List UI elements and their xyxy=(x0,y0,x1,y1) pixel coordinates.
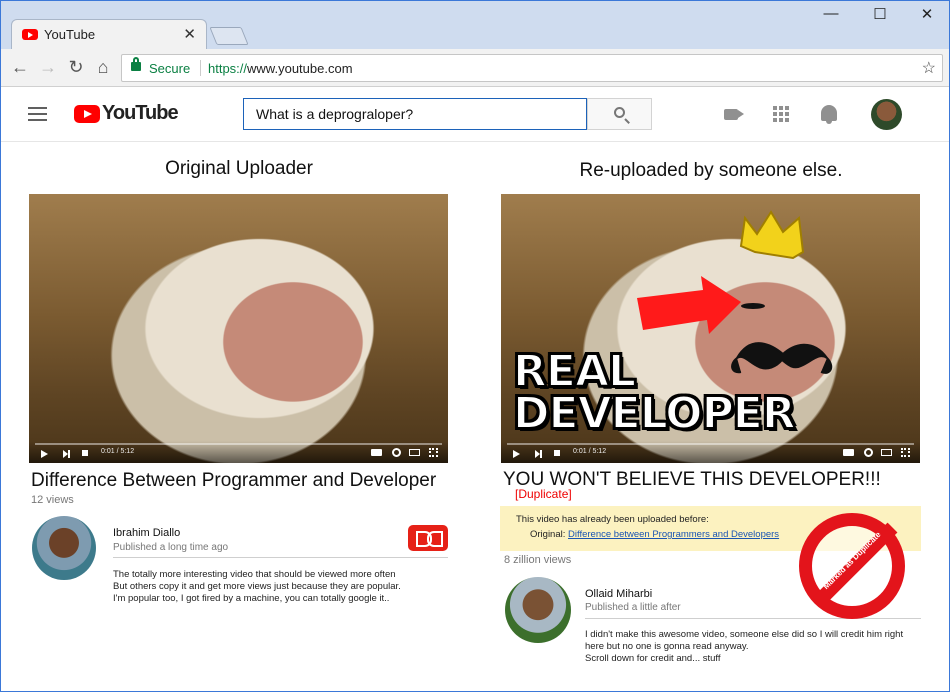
progress-bar[interactable] xyxy=(507,443,914,445)
right-published-date: Published a little after xyxy=(585,602,681,613)
crown-icon xyxy=(739,210,805,260)
baboon-thumbnail xyxy=(29,194,448,463)
video-controls: 0:01 / 5:12 xyxy=(29,441,448,463)
volume-icon[interactable] xyxy=(554,450,560,456)
mustache-small-icon xyxy=(741,303,765,309)
back-arrow-icon[interactable]: ← xyxy=(9,57,31,78)
browser-window: YouTube ✕ — ☐ ✕ ← → ↻ ⌂ Secure https://w… xyxy=(0,0,950,692)
settings-gear-icon[interactable] xyxy=(864,448,873,457)
reload-icon[interactable]: ↻ xyxy=(65,57,87,78)
secure-label: Secure xyxy=(149,61,191,76)
right-description-line: Scroll down for credit and... stuff xyxy=(585,653,721,664)
left-channel-name[interactable]: Ibrahim Diallo xyxy=(113,527,180,539)
captions-icon[interactable] xyxy=(843,449,854,456)
theater-mode-icon[interactable] xyxy=(409,449,420,456)
subscribe-badge-icon[interactable] xyxy=(408,525,448,551)
fullscreen-icon[interactable] xyxy=(901,448,910,457)
tab-youtube[interactable]: YouTube ✕ xyxy=(11,19,207,49)
upload-video-icon[interactable] xyxy=(724,109,738,120)
close-window-button[interactable]: ✕ xyxy=(917,5,937,23)
left-description-line: The totally more interesting video that … xyxy=(113,569,396,580)
lock-icon xyxy=(131,57,141,71)
maximize-button[interactable]: ☐ xyxy=(870,5,890,23)
left-description-line: But others copy it and get more views ju… xyxy=(113,581,401,592)
left-video-player[interactable]: 0:01 / 5:12 xyxy=(29,194,448,463)
youtube-header: YouTube What is a deprograloper? xyxy=(1,88,949,142)
url-scheme: https:// xyxy=(208,61,248,76)
duplicate-tag: [Duplicate] xyxy=(515,487,572,501)
bookmark-star-icon[interactable]: ☆ xyxy=(922,58,936,78)
tab-title: YouTube xyxy=(44,27,96,42)
title-bar: YouTube ✕ — ☐ ✕ xyxy=(1,1,949,49)
menu-icon[interactable] xyxy=(28,107,47,121)
video-time: 0:01 / 5:12 xyxy=(101,448,135,455)
notifications-bell-icon[interactable] xyxy=(821,105,837,124)
stamp-bar xyxy=(812,522,898,608)
account-avatar[interactable] xyxy=(871,99,902,130)
right-channel-name[interactable]: Ollaid Miharbi xyxy=(585,588,652,600)
fullscreen-icon[interactable] xyxy=(429,448,438,457)
right-divider xyxy=(585,618,921,619)
left-divider xyxy=(113,557,448,558)
search-icon xyxy=(614,107,625,118)
left-video-title: Difference Between Programmer and Develo… xyxy=(31,470,437,491)
address-separator xyxy=(200,60,201,76)
left-description-line: I'm popular too, I got fired by a machin… xyxy=(113,593,390,604)
search-input[interactable]: What is a deprograloper? xyxy=(243,98,587,130)
right-channel-avatar[interactable] xyxy=(505,577,571,643)
stamp-text: Marked as Duplicate xyxy=(821,529,883,592)
red-arrow-icon xyxy=(637,276,741,334)
play-icon[interactable] xyxy=(513,450,520,458)
right-description: I didn't make this awesome video, someon… xyxy=(585,629,925,665)
left-published-date: Published a long time ago xyxy=(113,542,229,553)
captions-icon[interactable] xyxy=(371,449,382,456)
search-button[interactable] xyxy=(587,98,652,130)
youtube-logo-text[interactable]: YouTube xyxy=(102,102,179,125)
notice-message: This video has already been uploaded bef… xyxy=(516,514,709,525)
url-host: www.youtube.com xyxy=(247,61,353,76)
next-icon[interactable] xyxy=(63,450,70,458)
next-icon[interactable] xyxy=(535,450,542,458)
left-view-count: 12 views xyxy=(31,494,74,506)
left-description: The totally more interesting video that … xyxy=(113,569,448,605)
volume-icon[interactable] xyxy=(82,450,88,456)
right-description-line: I didn't make this awesome video, someon… xyxy=(585,629,904,640)
youtube-logo-icon[interactable] xyxy=(74,105,100,123)
url-text: https://www.youtube.com xyxy=(208,61,353,76)
home-icon[interactable]: ⌂ xyxy=(92,57,114,78)
right-video-player[interactable]: REAL DEVELOPER 0:01 / 5:12 xyxy=(501,194,920,463)
forward-arrow-icon[interactable]: → xyxy=(37,57,59,78)
right-heading: Re-uploaded by someone else. xyxy=(579,160,843,181)
original-video-link[interactable]: Difference between Programmers and Devel… xyxy=(568,529,779,540)
youtube-favicon-icon xyxy=(22,29,38,40)
browser-toolbar: ← → ↻ ⌂ Secure https://www.youtube.com ☆ xyxy=(1,49,949,87)
left-heading: Original Uploader xyxy=(165,158,313,179)
theater-mode-icon[interactable] xyxy=(881,449,892,456)
tab-close-icon[interactable]: ✕ xyxy=(183,25,196,43)
video-controls: 0:01 / 5:12 xyxy=(501,441,920,463)
marked-duplicate-stamp: Marked as Duplicate xyxy=(799,513,905,619)
minimize-button[interactable]: — xyxy=(821,5,841,22)
right-view-count: 8 zillion views xyxy=(504,554,572,566)
overlay-text-developer: DEVELOPER xyxy=(512,388,797,439)
notice-original: Original: Difference between Programmers… xyxy=(530,529,779,540)
notice-original-label: Original: xyxy=(530,529,566,540)
progress-bar[interactable] xyxy=(35,443,442,445)
settings-gear-icon[interactable] xyxy=(392,448,401,457)
apps-grid-icon[interactable] xyxy=(773,106,790,123)
mustache-icon xyxy=(731,342,833,374)
new-tab-button[interactable] xyxy=(209,27,249,45)
left-channel-avatar[interactable] xyxy=(32,516,96,580)
play-icon[interactable] xyxy=(41,450,48,458)
video-time: 0:01 / 5:12 xyxy=(573,448,607,455)
address-bar[interactable]: Secure https://www.youtube.com ☆ xyxy=(121,54,943,82)
right-description-line: here but no one is gonna read anyway. xyxy=(585,641,749,652)
